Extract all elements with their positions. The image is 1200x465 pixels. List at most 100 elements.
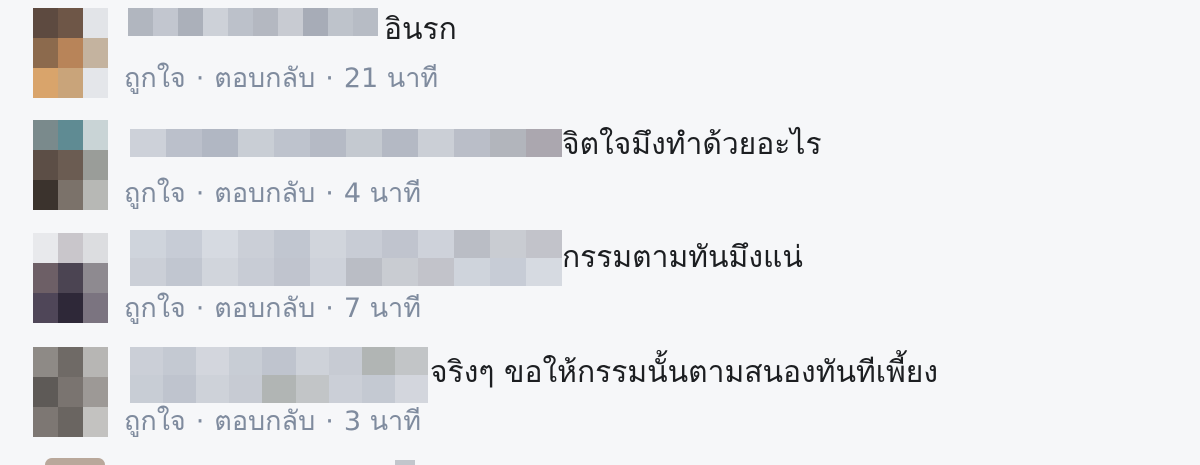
avatar-pixel — [58, 407, 83, 437]
comment-actions: ถูกใจ · ตอบกลับ · 7 นาที — [124, 292, 421, 326]
redaction-cell — [166, 258, 202, 286]
redaction-cell — [346, 258, 382, 286]
redaction-cell — [526, 230, 562, 258]
redaction-cell — [203, 8, 228, 36]
redaction-cell — [274, 230, 310, 258]
redaction-row — [130, 347, 428, 375]
redaction-cell — [228, 8, 253, 36]
avatar-pixel — [83, 38, 108, 68]
redaction-cell — [526, 258, 562, 286]
timestamp[interactable]: 7 นาที — [344, 293, 421, 324]
avatar-pixel — [83, 120, 108, 150]
avatar[interactable] — [33, 233, 108, 323]
redaction-cell — [166, 230, 202, 258]
comment-actions: ถูกใจ · ตอบกลับ · 3 นาที — [124, 405, 421, 439]
reply-link[interactable]: ตอบกลับ — [214, 293, 315, 324]
redaction-cell — [454, 230, 490, 258]
redaction-cell — [130, 258, 166, 286]
avatar-pixel — [58, 68, 83, 98]
comment-item: กรรมตามทันมึงแน่ ถูกใจ · ตอบกลับ · 7 นาที — [0, 230, 1200, 345]
separator: · — [325, 406, 334, 437]
avatar-pixel — [83, 377, 108, 407]
avatar-pixel — [83, 8, 108, 38]
like-link[interactable]: ถูกใจ — [124, 293, 186, 324]
redaction-cell — [394, 347, 428, 375]
redaction-cell — [262, 375, 296, 403]
timestamp[interactable]: 3 นาที — [344, 406, 421, 437]
avatar-pixel — [33, 68, 58, 98]
redaction-cell — [166, 129, 202, 157]
avatar[interactable] — [33, 120, 108, 210]
separator: · — [325, 178, 334, 209]
redaction-cell — [418, 258, 454, 286]
redaction-cell — [361, 347, 395, 375]
separator: · — [325, 293, 334, 324]
redaction-cell — [238, 258, 274, 286]
avatar-pixel — [83, 233, 108, 263]
redaction-cell — [202, 258, 238, 286]
redaction-cell — [454, 129, 490, 157]
avatar-pixel — [58, 347, 83, 377]
redaction-row — [130, 129, 562, 157]
redaction-cell — [418, 129, 454, 157]
avatar-pixel — [83, 180, 108, 210]
avatar-pixel — [33, 233, 58, 263]
commenter-name-redacted[interactable] — [130, 230, 562, 286]
redaction-cell — [178, 8, 203, 36]
avatar-pixel — [58, 150, 83, 180]
redaction-cell — [454, 258, 490, 286]
redaction-cell — [238, 230, 274, 258]
redaction-cell — [130, 230, 166, 258]
timestamp[interactable]: 21 นาที — [344, 63, 438, 94]
redaction-cell — [253, 8, 278, 36]
redaction-cell — [490, 129, 526, 157]
redaction-cell — [278, 8, 303, 36]
redaction-cell — [202, 230, 238, 258]
avatar-pixel — [83, 68, 108, 98]
redaction-cell — [196, 347, 230, 375]
redaction-cell — [382, 129, 418, 157]
redaction-cell — [295, 347, 329, 375]
comment-text: จริงๆ ขอให้กรรมนั้นตามสนองทันทีเพี้ยง — [430, 355, 939, 390]
commenter-name-redacted[interactable] — [130, 347, 428, 403]
avatar[interactable] — [33, 347, 108, 437]
comment-item: อินรก ถูกใจ · ตอบกลับ · 21 นาที — [0, 0, 1200, 115]
redaction-cell — [274, 258, 310, 286]
commenter-name-redacted[interactable] — [395, 460, 415, 465]
avatar-pixel — [83, 150, 108, 180]
redaction-cell — [310, 230, 346, 258]
reply-link[interactable]: ตอบกลับ — [214, 178, 315, 209]
avatar-pixel — [33, 407, 58, 437]
redaction-cell — [303, 8, 328, 36]
redaction-cell — [229, 347, 263, 375]
avatar[interactable] — [45, 458, 105, 465]
comment-actions: ถูกใจ · ตอบกลับ · 4 นาที — [124, 177, 421, 211]
commenter-name-redacted[interactable] — [128, 8, 378, 36]
reply-link[interactable]: ตอบกลับ — [214, 406, 315, 437]
like-link[interactable]: ถูกใจ — [124, 178, 186, 209]
redaction-cell — [274, 129, 310, 157]
avatar-pixel — [83, 293, 108, 323]
redaction-cell — [382, 258, 418, 286]
redaction-row — [130, 230, 562, 258]
like-link[interactable]: ถูกใจ — [124, 406, 186, 437]
redaction-cell — [130, 129, 166, 157]
avatar-pixel — [58, 263, 83, 293]
commenter-name-redacted[interactable] — [130, 129, 562, 157]
redaction-cell — [202, 129, 238, 157]
avatar-pixel — [33, 38, 58, 68]
comment-text: อินรก — [384, 12, 457, 47]
reply-link[interactable]: ตอบกลับ — [214, 63, 315, 94]
avatar[interactable] — [33, 8, 108, 98]
avatar-pixel — [58, 293, 83, 323]
comment-actions: ถูกใจ · ตอบกลับ · 21 นาที — [124, 62, 438, 96]
timestamp[interactable]: 4 นาที — [344, 178, 421, 209]
separator: · — [195, 178, 205, 209]
separator: · — [195, 293, 205, 324]
redaction-cell — [229, 375, 263, 403]
redaction-row — [130, 258, 562, 286]
redaction-cell — [328, 347, 362, 375]
redaction-cell — [526, 129, 562, 157]
like-link[interactable]: ถูกใจ — [124, 63, 186, 94]
avatar-pixel — [58, 8, 83, 38]
